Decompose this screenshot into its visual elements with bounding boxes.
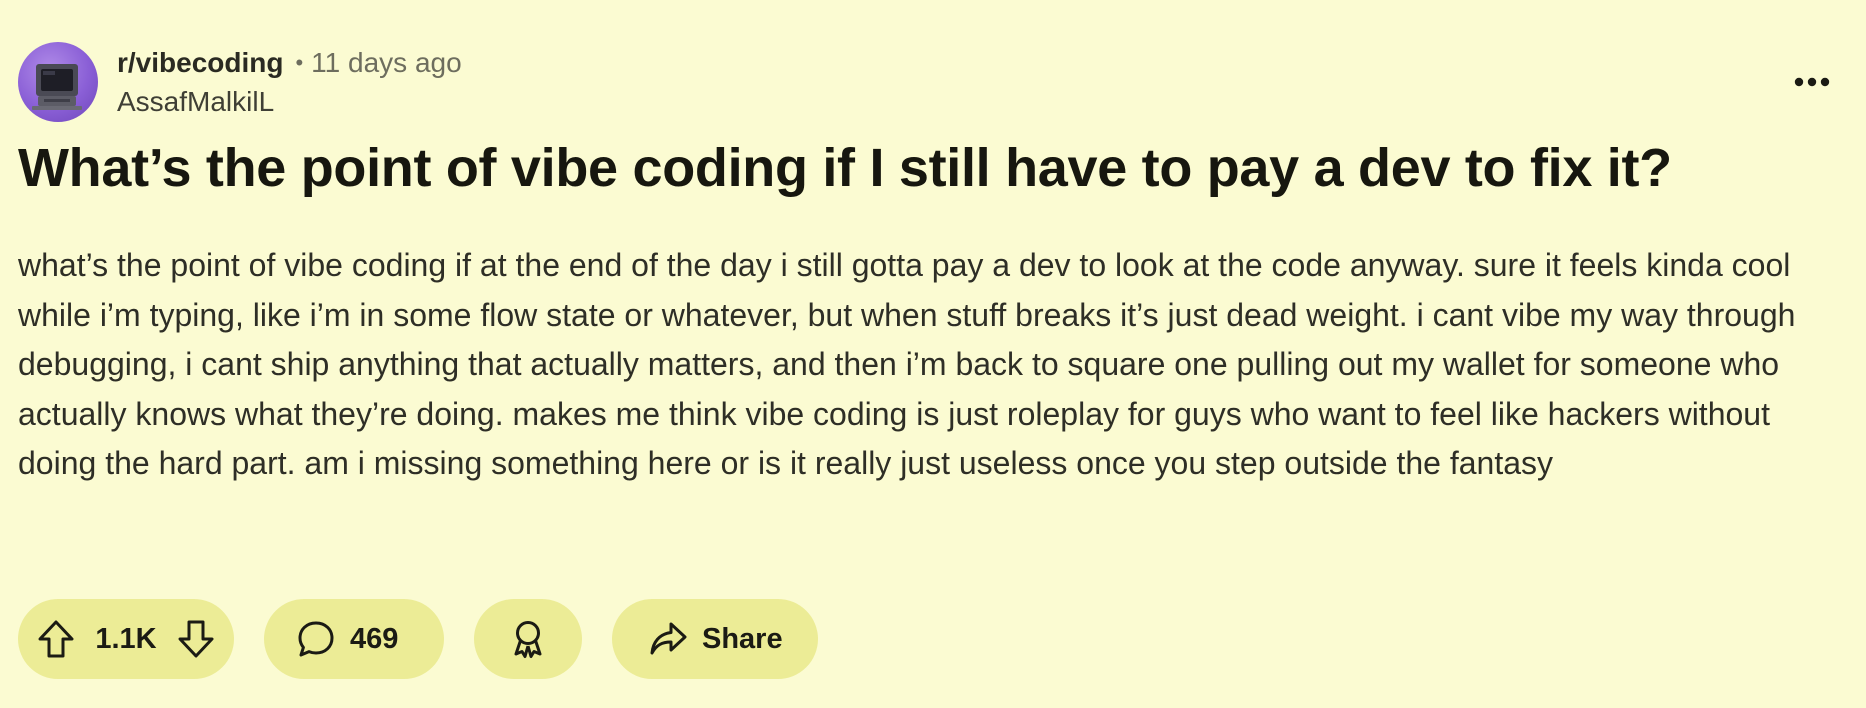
downvote-arrow-icon bbox=[177, 619, 215, 659]
post-meta: r/vibecoding • 11 days ago bbox=[117, 44, 462, 82]
subreddit-link[interactable]: r/vibecoding bbox=[117, 47, 283, 79]
comments-button[interactable]: 469 bbox=[264, 599, 444, 679]
subreddit-avatar[interactable] bbox=[18, 42, 98, 122]
vote-count: 1.1K bbox=[95, 622, 157, 655]
award-button[interactable] bbox=[474, 599, 582, 679]
author-link[interactable]: AssafMalkilL bbox=[117, 84, 274, 120]
comment-count: 469 bbox=[350, 622, 399, 655]
upvote-arrow-icon bbox=[37, 619, 75, 659]
upvote-button[interactable] bbox=[34, 617, 78, 661]
post-title: What’s the point of vibe coding if I sti… bbox=[18, 138, 1672, 198]
post-timestamp: 11 days ago bbox=[311, 47, 462, 78]
post-card: r/vibecoding • 11 days ago AssafMalkilL … bbox=[0, 0, 1866, 708]
meta-separator: • bbox=[295, 50, 304, 75]
action-bar: 1.1K 469 Share bbox=[18, 599, 848, 679]
retro-computer-icon bbox=[32, 64, 82, 110]
downvote-button[interactable] bbox=[174, 617, 218, 661]
share-label: Share bbox=[702, 622, 783, 655]
share-arrow-icon bbox=[648, 620, 688, 658]
more-horizontal-icon bbox=[1794, 77, 1830, 87]
more-options-button[interactable] bbox=[1790, 62, 1834, 102]
vote-control: 1.1K bbox=[18, 599, 234, 679]
award-ribbon-icon bbox=[508, 618, 548, 660]
comment-bubble-icon bbox=[296, 619, 336, 659]
share-button[interactable]: Share bbox=[612, 599, 818, 679]
post-body: what’s the point of vibe coding if at th… bbox=[18, 247, 1796, 481]
